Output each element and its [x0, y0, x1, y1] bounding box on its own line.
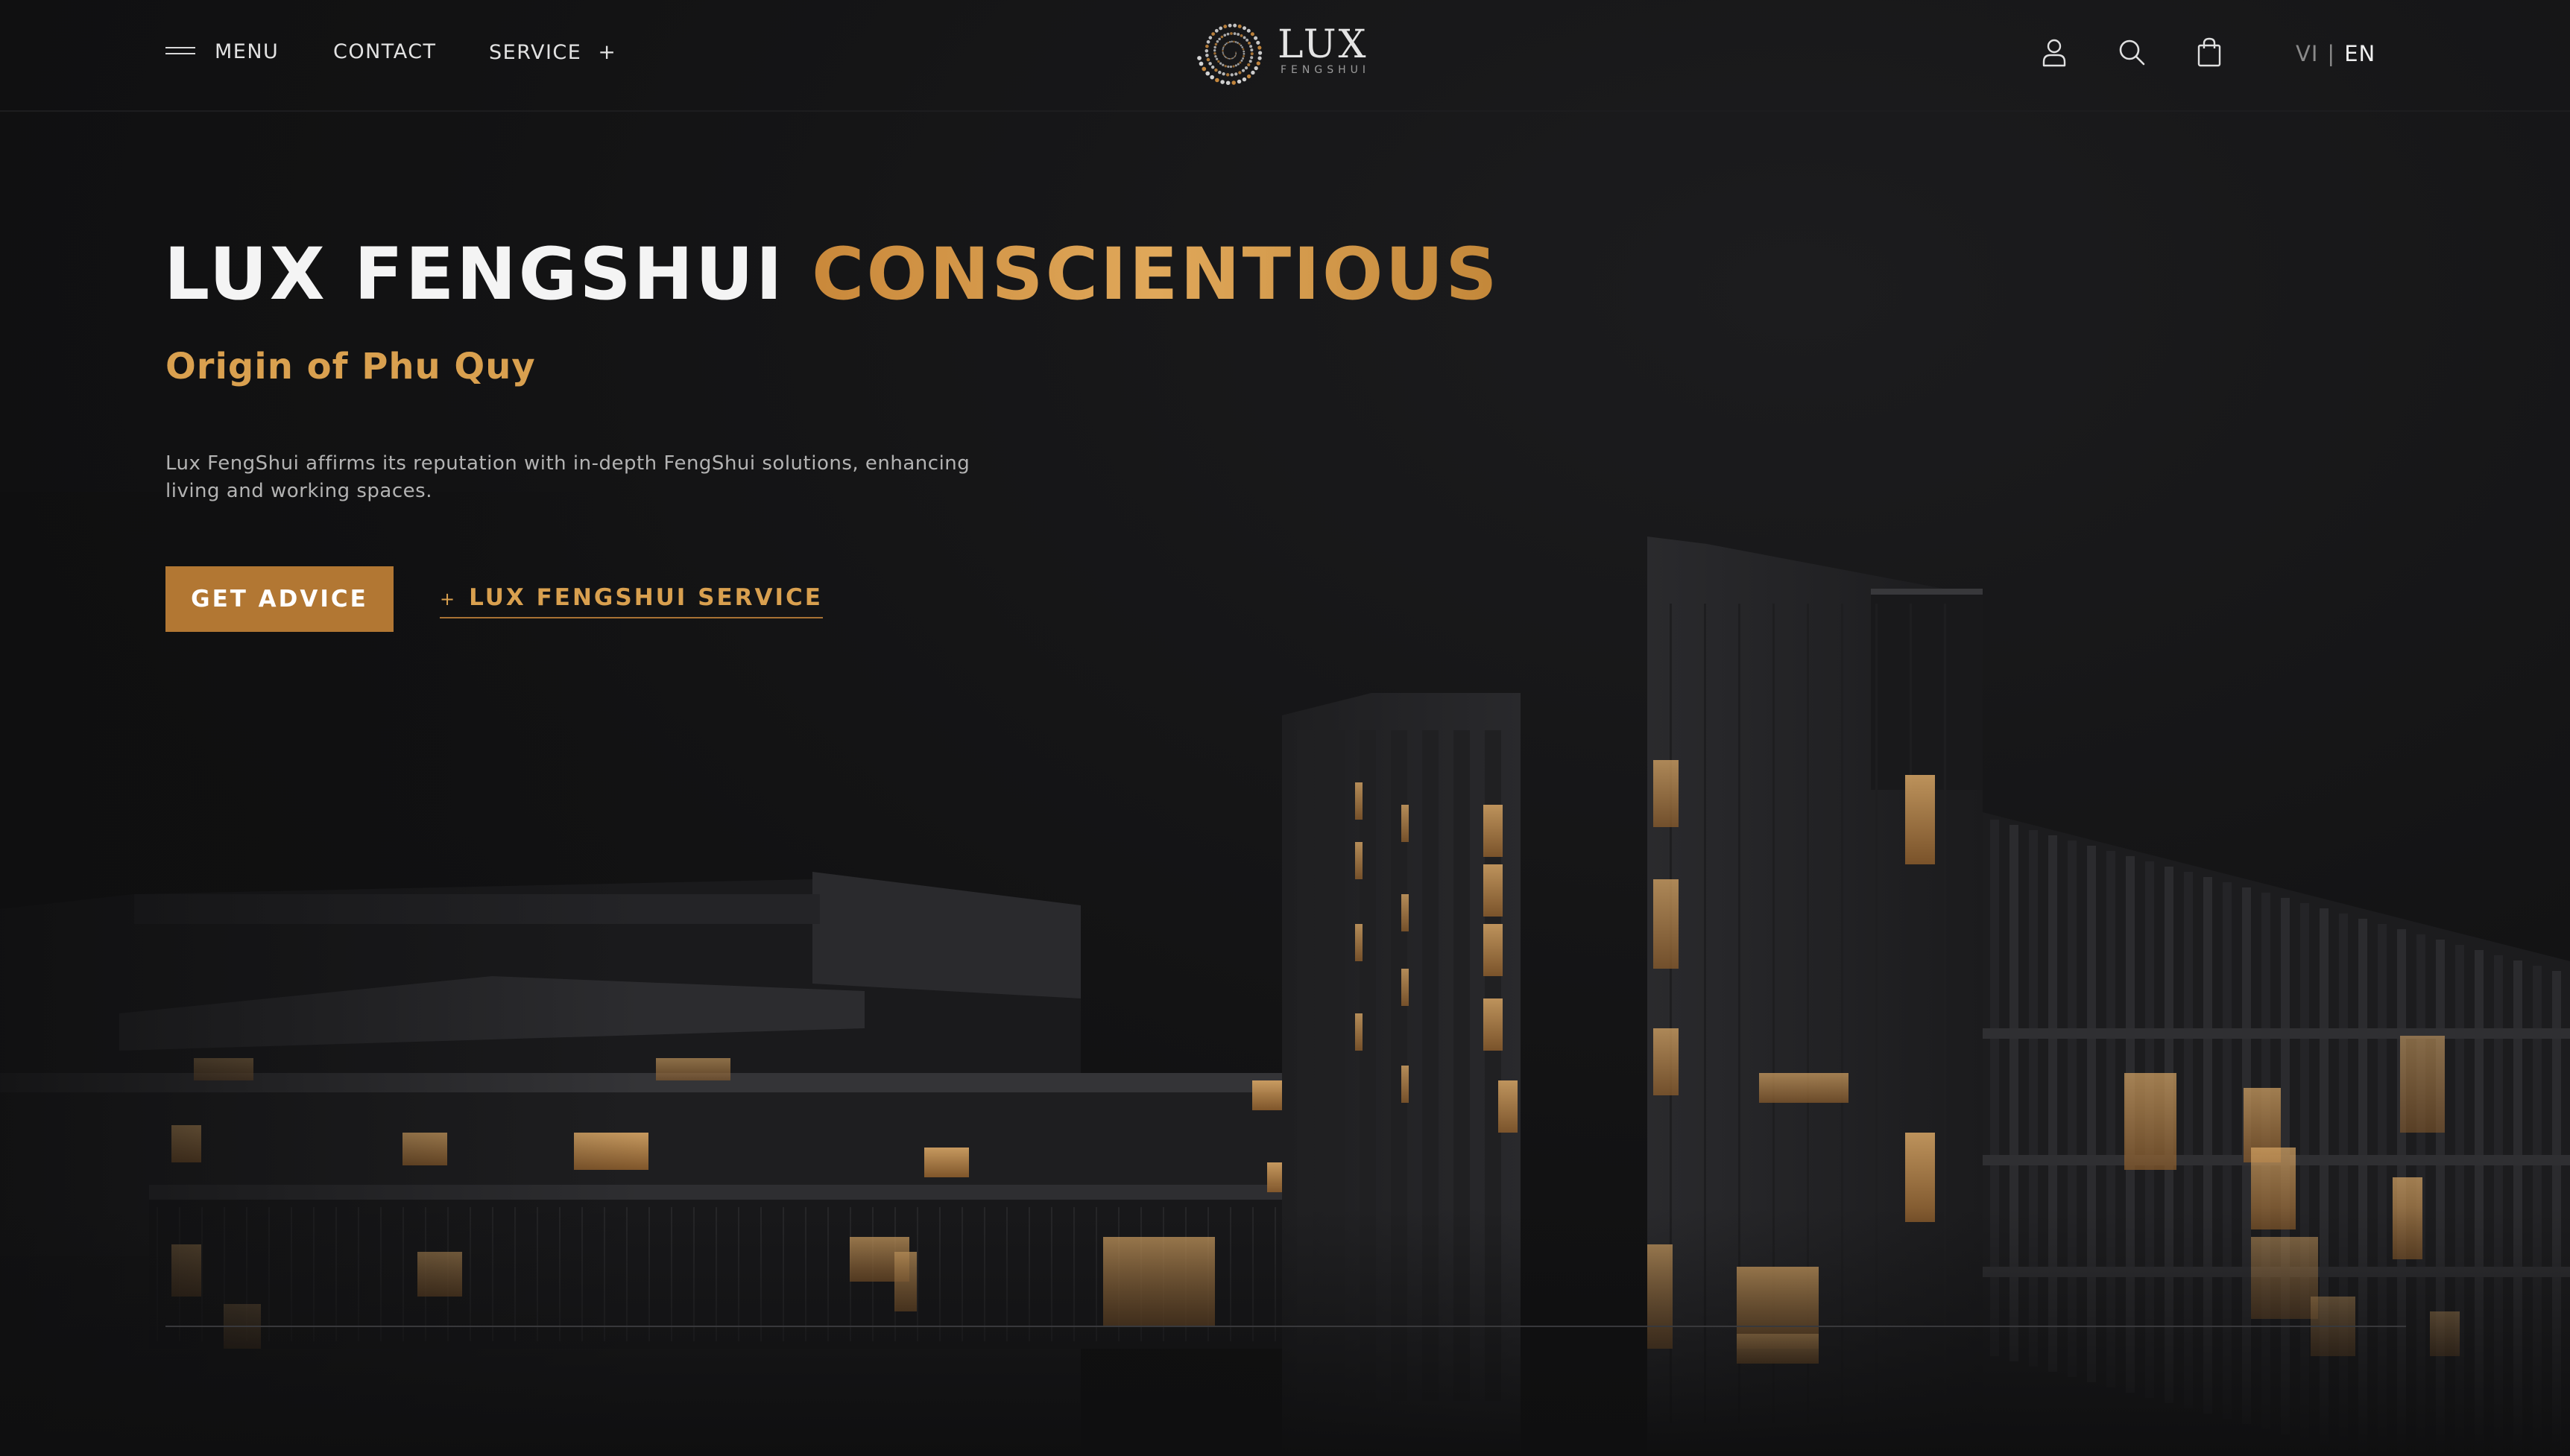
- hero-title-main: LUX FENGSHUI: [164, 232, 785, 316]
- search-icon[interactable]: [2115, 36, 2148, 69]
- menu-label: MENU: [215, 40, 280, 63]
- language-switcher: VI | EN: [2296, 39, 2375, 69]
- hamburger-icon: [165, 45, 195, 57]
- hero-title: LUX FENGSHUI CONSCIENTIOUS: [164, 230, 1500, 319]
- hero-divider-line: [165, 1326, 2406, 1327]
- plus-icon: +: [598, 39, 617, 64]
- hero-subtitle: Origin of Phu Quy: [165, 346, 536, 387]
- language-en-option[interactable]: EN: [2344, 41, 2375, 66]
- plus-icon: +: [440, 589, 458, 610]
- menu-button[interactable]: MENU: [165, 39, 279, 66]
- lux-fengshui-logo[interactable]: LUX FENGSHUI: [1196, 16, 1382, 88]
- lux-fengshui-service-link[interactable]: + LUX FENGSHUI SERVICE: [440, 581, 823, 618]
- logo-subtitle: FENGSHUI: [1281, 64, 1371, 76]
- hero-section: LUX FENGSHUI CONSCIENTIOUS Origin of Phu…: [0, 0, 2570, 1456]
- service-dropdown[interactable]: SERVICE +: [489, 39, 616, 66]
- top-navigation: MENU CONTACT SERVICE + LUX FENGSHUI VI |…: [0, 0, 2570, 112]
- language-separator: |: [2327, 41, 2336, 66]
- language-vi-option[interactable]: VI: [2296, 41, 2318, 66]
- shopping-bag-icon[interactable]: [2193, 36, 2226, 69]
- service-label: SERVICE: [489, 41, 582, 64]
- user-icon[interactable]: [2038, 36, 2071, 69]
- logo-wordmark: LUX: [1278, 22, 1368, 67]
- contact-link[interactable]: CONTACT: [333, 39, 437, 66]
- hero-page: MENU CONTACT SERVICE + LUX FENGSHUI VI |…: [0, 0, 2570, 1456]
- get-advice-button[interactable]: GET ADVICE: [165, 566, 394, 632]
- service-link-label: LUX FENGSHUI SERVICE: [469, 584, 823, 611]
- hero-description: Lux FengShui affirms its reputation with…: [165, 452, 970, 502]
- spiral-logo-mark-icon: [1197, 23, 1263, 85]
- hero-title-accent: CONSCIENTIOUS: [812, 232, 1500, 316]
